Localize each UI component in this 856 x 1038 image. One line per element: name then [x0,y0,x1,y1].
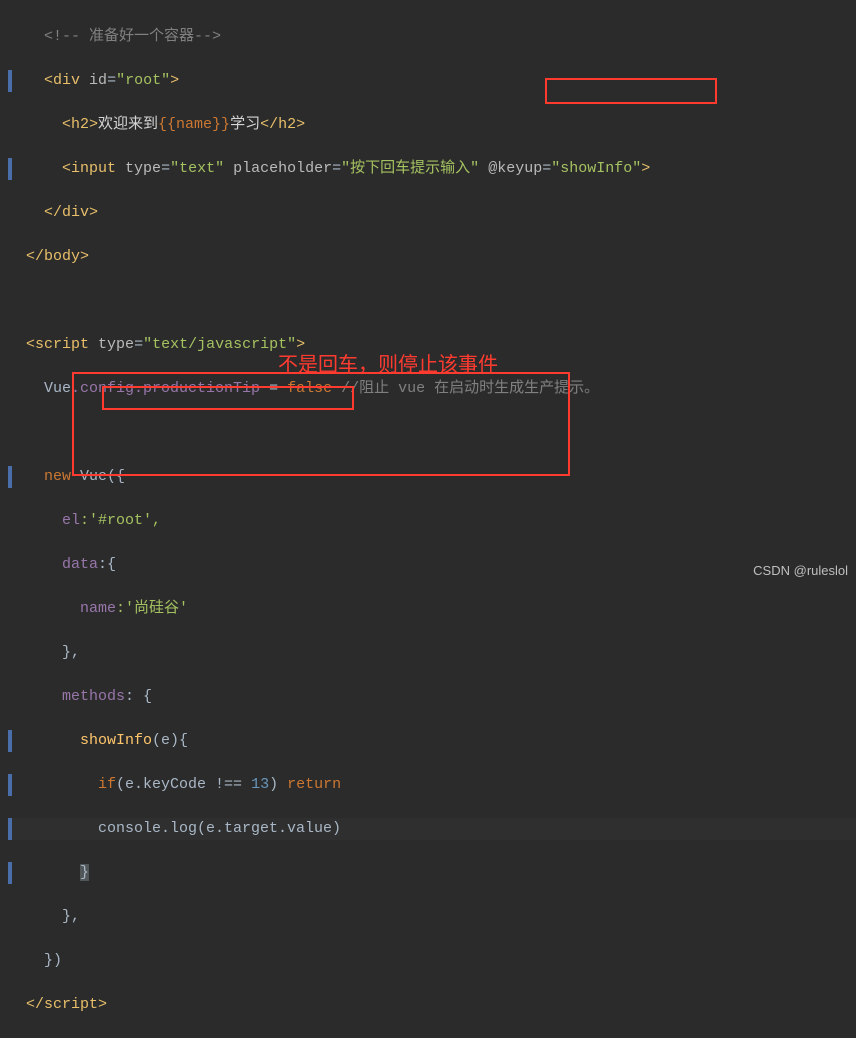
code-editor[interactable]: <!-- 准备好一个容器--> <div id="root"> <h2>欢迎来到… [0,0,856,1038]
watermark: CSDN @ruleslol [753,563,848,578]
tag-div-open: <div [44,72,80,89]
comment: <!-- 准备好一个容器--> [44,28,221,45]
annotation-text: 不是回车，则停止该事件 [278,348,498,377]
